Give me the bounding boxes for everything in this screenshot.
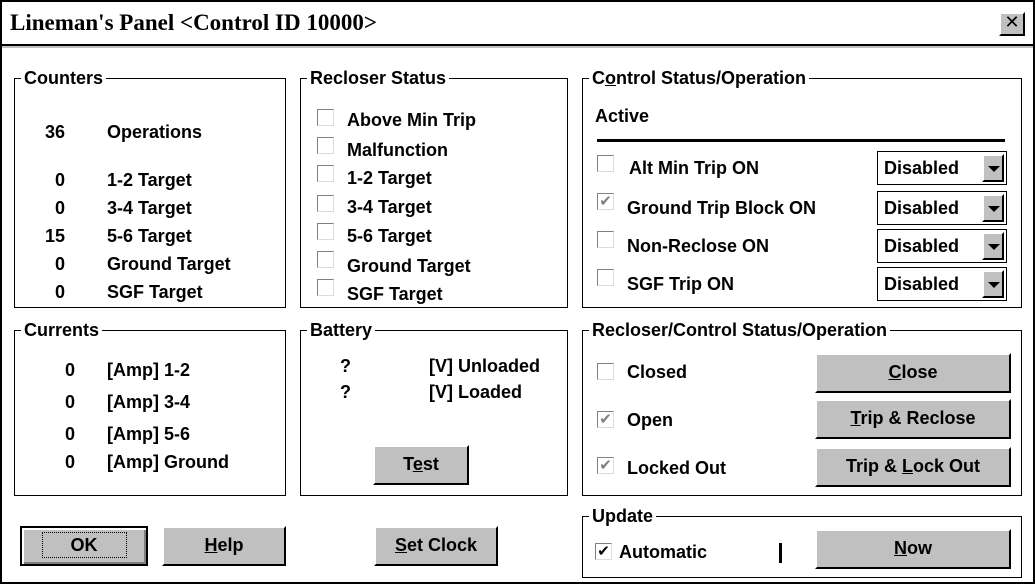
trip-reclose-button[interactable]: Trip & Reclose [815, 399, 1011, 439]
sgf-trip-select[interactable]: Disabled [877, 267, 1007, 301]
closed-label: Closed [627, 362, 688, 382]
automatic-label: Automatic [619, 542, 708, 562]
battery-label: [V] Unloaded [429, 356, 540, 376]
counters-legend: Counters [21, 67, 107, 89]
status-checkbox [317, 195, 334, 212]
alt-min-trip-select[interactable]: Disabled [877, 151, 1007, 185]
current-value: 0 [64, 392, 75, 412]
help-button[interactable]: Help [162, 526, 286, 566]
non-reclose-checkbox[interactable] [597, 231, 614, 248]
current-value: 0 [64, 452, 75, 472]
non-reclose-select[interactable]: Disabled [877, 229, 1007, 263]
select-value: Disabled [884, 198, 960, 218]
current-value: 0 [64, 360, 75, 380]
status-label: 1-2 Target [347, 168, 432, 188]
dialog-body: Counters 36 Operations 0 1-2 Target 0 3-… [2, 48, 1033, 582]
update-now-button[interactable]: Now [815, 529, 1011, 569]
sgf-trip-label: SGF Trip ON [627, 274, 735, 294]
locked-out-checkbox: ✔ [597, 457, 614, 474]
select-value: Disabled [884, 274, 960, 294]
automatic-checkbox[interactable]: ✔ [595, 543, 612, 560]
counter-label: 1-2 Target [107, 170, 192, 190]
status-checkbox [317, 137, 334, 154]
status-label: Above Min Trip [347, 110, 477, 130]
closed-checkbox [597, 363, 614, 380]
locked-out-label: Locked Out [627, 458, 727, 478]
counter-label: Ground Target [107, 254, 231, 274]
select-value: Disabled [884, 236, 960, 256]
control-status-group: Control Status/Operation Active Alt Min … [582, 67, 1022, 308]
non-reclose-label: Non-Reclose ON [627, 236, 770, 256]
status-label: 3-4 Target [347, 197, 432, 217]
counter-label: Operations [107, 122, 203, 142]
chevron-down-icon[interactable] [982, 154, 1004, 182]
battery-legend: Battery [307, 319, 376, 341]
update-legend: Update [589, 505, 657, 527]
update-group: Update ✔ Automatic Now [582, 505, 1022, 578]
counter-value: 0 [54, 198, 65, 218]
status-checkbox [317, 251, 334, 268]
active-label: Active [595, 106, 650, 126]
battery-value: ? [340, 382, 351, 402]
current-label: [Amp] 5-6 [107, 424, 191, 444]
select-value: Disabled [884, 158, 960, 178]
ground-trip-block-checkbox[interactable]: ✔ [597, 193, 614, 210]
control-status-legend: Control Status/Operation [589, 67, 810, 89]
close-button[interactable]: Close [815, 353, 1011, 393]
close-icon[interactable]: ✕ [999, 12, 1025, 36]
counter-label: 3-4 Target [107, 198, 192, 218]
test-button[interactable]: Test [373, 445, 469, 485]
counter-value: 0 [54, 282, 65, 302]
trip-lock-out-button[interactable]: Trip & Lock Out [815, 447, 1011, 487]
alt-min-trip-checkbox[interactable] [597, 155, 614, 172]
set-clock-button[interactable]: Set Clock [374, 526, 498, 566]
current-label: [Amp] 3-4 [107, 392, 191, 412]
status-label: Malfunction [347, 140, 448, 160]
active-divider [597, 139, 1005, 142]
ok-label: OK [41, 532, 127, 558]
recloser-control-legend: Recloser/Control Status/Operation [589, 319, 891, 341]
battery-value: ? [340, 356, 351, 376]
chevron-down-icon[interactable] [982, 232, 1004, 260]
recloser-status-group: Recloser Status Above Min Trip Malfuncti… [300, 67, 568, 308]
counter-value: 0 [54, 170, 65, 190]
ground-trip-block-label: Ground Trip Block ON [627, 198, 817, 218]
alt-min-trip-label: Alt Min Trip ON [629, 158, 759, 178]
ok-button[interactable]: OK [20, 526, 148, 566]
battery-group: Battery ? [V] Unloaded ? [V] Loaded Test [300, 319, 568, 496]
open-label: Open [627, 410, 674, 430]
sgf-trip-checkbox[interactable] [597, 269, 614, 286]
window-title: Lineman's Panel <Control ID 10000> [10, 10, 377, 35]
status-label: SGF Target [347, 284, 443, 304]
lineman-panel-window: Lineman's Panel <Control ID 10000> ✕ Cou… [0, 0, 1035, 584]
counters-group: Counters 36 Operations 0 1-2 Target 0 3-… [14, 67, 286, 308]
title-bar: Lineman's Panel <Control ID 10000> ✕ [2, 2, 1033, 46]
recloser-status-legend: Recloser Status [307, 67, 450, 89]
currents-group: Currents 0 [Amp] 1-2 0 [Amp] 3-4 0 [Amp]… [14, 319, 286, 496]
ground-trip-block-select[interactable]: Disabled [877, 191, 1007, 225]
status-checkbox [317, 279, 334, 296]
open-checkbox: ✔ [597, 411, 614, 428]
currents-legend: Currents [21, 319, 103, 341]
status-checkbox [317, 165, 334, 182]
chevron-down-icon[interactable] [982, 194, 1004, 222]
counter-label: 5-6 Target [107, 226, 192, 246]
status-checkbox [317, 109, 334, 126]
current-value: 0 [64, 424, 75, 444]
chevron-down-icon[interactable] [982, 270, 1004, 298]
battery-label: [V] Loaded [429, 382, 522, 402]
counter-value: 15 [44, 226, 65, 246]
current-label: [Amp] Ground [107, 452, 229, 472]
counter-value: 0 [54, 254, 65, 274]
status-label: Ground Target [347, 256, 471, 276]
counter-label: SGF Target [107, 282, 203, 302]
status-label: 5-6 Target [347, 226, 432, 246]
text-cursor [779, 543, 782, 563]
counter-value: 36 [44, 122, 65, 142]
status-checkbox [317, 223, 334, 240]
current-label: [Amp] 1-2 [107, 360, 191, 380]
recloser-control-group: Recloser/Control Status/Operation Closed… [582, 319, 1022, 496]
